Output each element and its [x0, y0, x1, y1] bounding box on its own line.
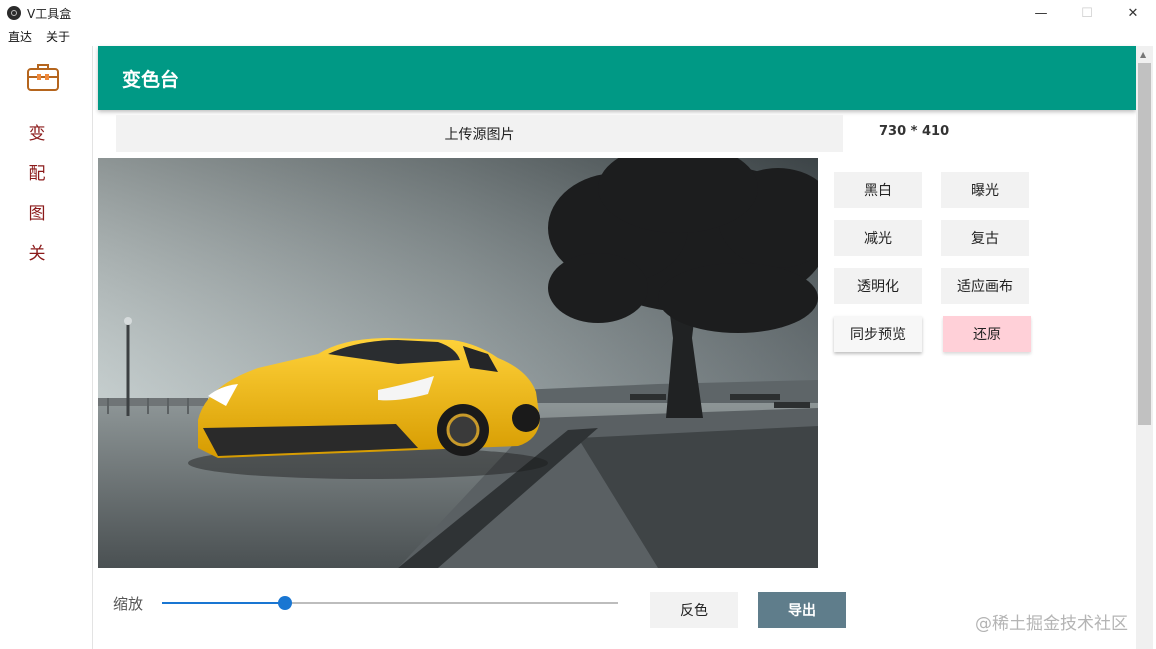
scroll-up-arrow-icon[interactable]: ▲ — [1140, 50, 1146, 59]
window-controls: — ☐ ✕ — [1018, 0, 1156, 26]
image-preview — [98, 158, 818, 568]
reset-button[interactable]: 还原 — [943, 316, 1031, 352]
exposure-button[interactable]: 曝光 — [941, 172, 1029, 208]
menu-item-direct[interactable]: 直达 — [0, 28, 38, 45]
transparency-button[interactable]: 透明化 — [834, 268, 922, 304]
sidebar-item-color[interactable]: 变 — [27, 119, 47, 144]
menu-bar: 直达 关于 — [0, 26, 1156, 46]
page-header: 变色台 — [98, 46, 1136, 110]
preview-photo — [98, 158, 818, 568]
minimize-button[interactable]: — — [1018, 0, 1064, 26]
vintage-button[interactable]: 复古 — [941, 220, 1029, 256]
upload-image-button[interactable]: 上传源图片 — [116, 115, 843, 152]
sidebar-item-config[interactable]: 配 — [27, 159, 47, 184]
zoom-slider-thumb[interactable] — [278, 596, 292, 610]
maximize-button[interactable]: ☐ — [1064, 0, 1110, 26]
watermark: @稀土掘金技术社区 — [975, 614, 1128, 634]
sidebar-item-about[interactable]: 关 — [27, 239, 47, 264]
image-dimensions: 730 * 410 — [879, 124, 950, 139]
zoom-slider-fill — [162, 602, 285, 604]
zoom-label: 缩放 — [113, 595, 144, 613]
export-button[interactable]: 导出 — [758, 592, 846, 628]
sidebar: 变 配 图 关 — [0, 46, 93, 649]
grayscale-button[interactable]: 黑白 — [834, 172, 922, 208]
zoom-slider[interactable] — [162, 594, 618, 612]
invert-button[interactable]: 反色 — [650, 592, 738, 628]
close-button[interactable]: ✕ — [1110, 0, 1156, 26]
app-icon — [7, 6, 21, 20]
title-bar: V工具盒 — ☐ ✕ — [0, 0, 1156, 26]
vertical-scrollbar[interactable]: ▲ — [1136, 46, 1153, 649]
sync-preview-button[interactable]: 同步预览 — [834, 316, 922, 352]
dim-button[interactable]: 减光 — [834, 220, 922, 256]
scrollbar-thumb[interactable] — [1138, 63, 1151, 425]
window-title: V工具盒 — [27, 6, 72, 21]
toolbox-icon[interactable] — [26, 62, 60, 92]
sidebar-item-image[interactable]: 图 — [27, 199, 47, 224]
menu-item-about[interactable]: 关于 — [38, 28, 76, 45]
fit-canvas-button[interactable]: 适应画布 — [941, 268, 1029, 304]
page-title: 变色台 — [122, 69, 180, 91]
